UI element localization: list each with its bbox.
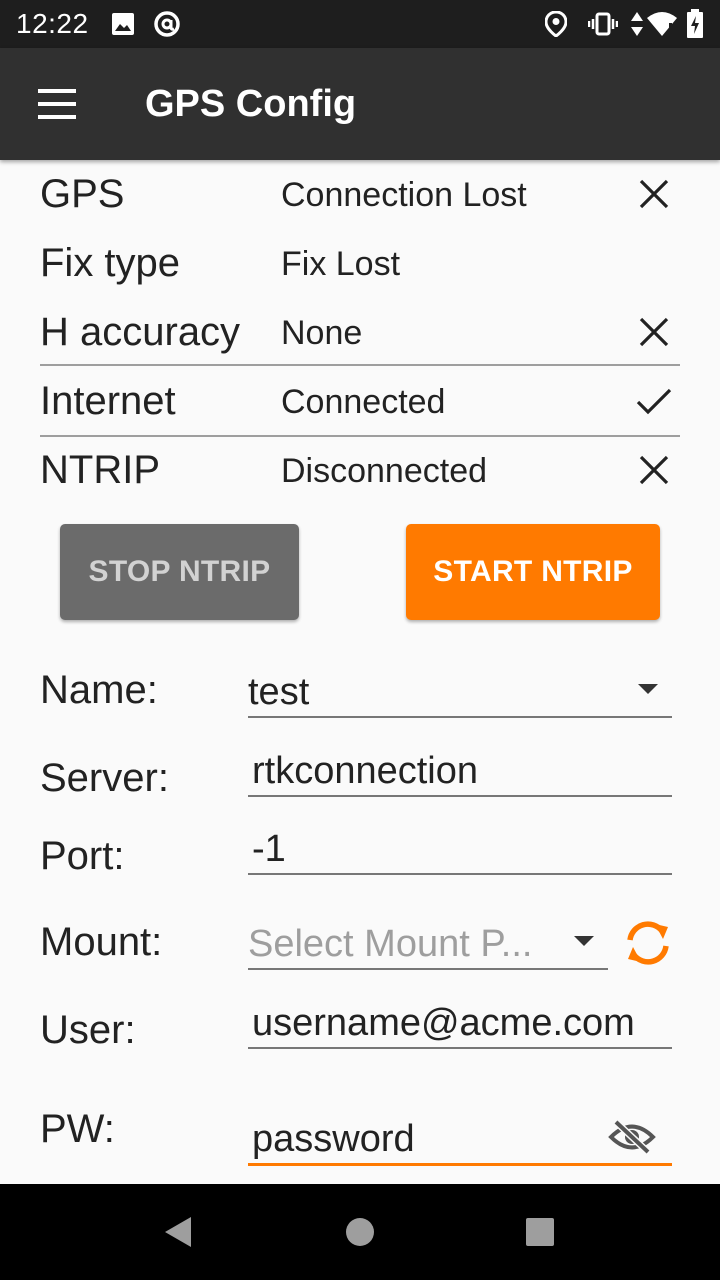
user-label: User:	[40, 1008, 136, 1052]
mount-select-placeholder: Select Mount P...	[248, 923, 533, 965]
status-row-internet: Internet Connected	[40, 369, 680, 438]
at-sign-icon	[152, 10, 182, 38]
name-select[interactable]: test	[248, 668, 672, 718]
user-input[interactable]: username@acme.com	[248, 999, 672, 1049]
server-input-value: rtkconnection	[252, 750, 479, 792]
close-icon	[636, 314, 672, 350]
dropdown-arrow-icon	[638, 684, 658, 694]
visibility-off-icon[interactable]	[608, 1119, 656, 1155]
status-row-ntrip: NTRIP Disconnected	[40, 438, 680, 507]
port-input-value: -1	[252, 828, 286, 870]
battery-charging-icon	[686, 9, 704, 38]
h-accuracy-value: None	[281, 314, 363, 352]
port-input[interactable]: -1	[248, 825, 672, 875]
gps-value: Connection Lost	[281, 176, 527, 214]
check-icon	[636, 383, 672, 419]
close-icon	[636, 452, 672, 488]
recents-icon[interactable]	[492, 1184, 588, 1280]
status-row-fix-type: Fix type Fix Lost	[40, 231, 680, 300]
internet-value: Connected	[281, 383, 446, 421]
user-input-value: username@acme.com	[252, 1002, 635, 1044]
pw-label: PW:	[40, 1107, 115, 1151]
navigation-bar	[0, 1184, 720, 1280]
dropdown-arrow-icon	[574, 936, 594, 946]
fix-type-label: Fix type	[40, 241, 181, 285]
gps-label: GPS	[40, 172, 125, 216]
refresh-icon[interactable]	[622, 917, 674, 969]
hamburger-menu-icon[interactable]	[24, 80, 88, 128]
divider	[40, 435, 680, 437]
close-icon	[636, 176, 672, 212]
status-row-h-accuracy: H accuracy None	[40, 300, 680, 369]
name-select-value: test	[248, 671, 310, 713]
status-bar: 12:22	[0, 0, 720, 48]
vibrate-icon	[588, 10, 618, 38]
ntrip-label: NTRIP	[40, 448, 160, 492]
pw-input-value: password	[252, 1118, 415, 1160]
image-icon	[110, 10, 136, 38]
app-title: GPS Config	[145, 83, 357, 125]
divider	[40, 364, 680, 366]
server-input[interactable]: rtkconnection	[248, 747, 672, 797]
location-icon	[544, 10, 568, 38]
mount-label: Mount:	[40, 920, 163, 964]
stop-ntrip-button[interactable]: STOP NTRIP	[60, 524, 299, 620]
pw-input[interactable]: password	[248, 1116, 672, 1166]
back-icon[interactable]	[130, 1184, 226, 1280]
h-accuracy-label: H accuracy	[40, 310, 241, 354]
start-ntrip-button[interactable]: START NTRIP	[406, 524, 660, 620]
data-arrows-icon	[630, 10, 644, 38]
mount-select[interactable]: Select Mount P...	[248, 920, 608, 970]
wifi-icon	[646, 10, 678, 38]
port-label: Port:	[40, 834, 125, 878]
server-label: Server:	[40, 756, 169, 800]
ntrip-value: Disconnected	[281, 452, 488, 490]
internet-label: Internet	[40, 379, 176, 423]
status-row-gps: GPS Connection Lost	[40, 162, 680, 231]
home-icon[interactable]	[312, 1184, 408, 1280]
status-time: 12:22	[16, 8, 89, 39]
name-label: Name:	[40, 668, 158, 712]
app-bar: GPS Config	[0, 48, 720, 160]
fix-type-value: Fix Lost	[281, 245, 401, 283]
